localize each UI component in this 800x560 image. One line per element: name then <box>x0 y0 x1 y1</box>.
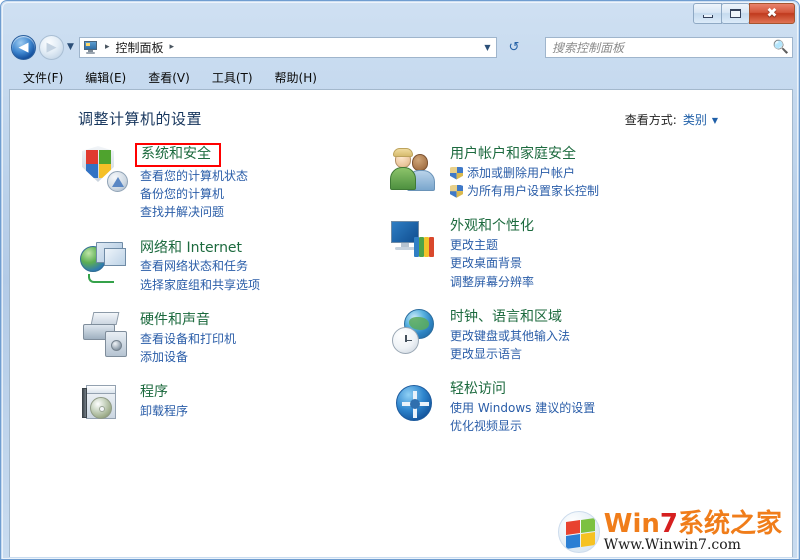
category-user-accounts-and-family-safety[interactable]: 用户帐户和家庭安全 添加或删除用户帐户 为所有用户设置家长控制 <box>390 142 700 200</box>
link-homegroup-sharing[interactable]: 选择家庭组和共享选项 <box>140 276 260 294</box>
link-adjust-screen-resolution[interactable]: 调整屏幕分辨率 <box>450 273 534 291</box>
breadcrumb-separator-icon: ▸ <box>105 42 110 52</box>
link-change-keyboard-input[interactable]: 更改键盘或其他输入法 <box>450 327 570 345</box>
link-uninstall-program[interactable]: 卸载程序 <box>140 402 188 420</box>
category-grid: 系统和安全 查看您的计算机状态 备份您的计算机 查找并解决问题 网络和 Inte… <box>10 142 792 450</box>
link-view-network-status[interactable]: 查看网络状态和任务 <box>140 257 260 275</box>
security-shield-icon <box>80 144 128 192</box>
uac-shield-icon-2 <box>450 184 463 198</box>
back-button[interactable]: ◀ <box>11 35 36 60</box>
category-title-hardware-and-sound[interactable]: 硬件和声音 <box>140 311 210 330</box>
link-use-windows-suggested-settings[interactable]: 使用 Windows 建议的设置 <box>450 399 595 417</box>
close-icon: ✖ <box>766 6 778 21</box>
network-globe-icon <box>80 238 128 286</box>
category-programs[interactable]: 程序 卸载程序 <box>80 380 390 430</box>
menu-bar: 文件(F) 编辑(E) 查看(V) 工具(T) 帮助(H) <box>1 67 799 89</box>
link-add-remove-user-accounts[interactable]: 添加或删除用户帐户 <box>450 164 599 182</box>
category-title-clock-language-region[interactable]: 时钟、语言和区域 <box>450 308 562 327</box>
link-add-device[interactable]: 添加设备 <box>140 348 236 366</box>
forward-button[interactable]: ▶ <box>39 35 64 60</box>
appearance-display-icon <box>390 216 438 264</box>
address-bar[interactable]: ▸ 控制面板 ▸ ▼ <box>79 37 497 58</box>
category-ease-of-access[interactable]: 轻松访问 使用 Windows 建议的设置 优化视频显示 <box>390 377 700 435</box>
watermark-brand-seven: 7 <box>659 508 678 539</box>
ease-of-access-icon <box>390 379 438 427</box>
watermark: Win7系统之家 Www.Winwin7.com <box>557 510 782 553</box>
menu-item-file[interactable]: 文件(F) <box>23 72 63 84</box>
link-change-desktop-background[interactable]: 更改桌面背景 <box>450 254 534 272</box>
category-title-appearance[interactable]: 外观和个性化 <box>450 217 534 236</box>
search-box[interactable]: 🔍 <box>545 37 793 58</box>
category-appearance-and-personalization[interactable]: 外观和个性化 更改主题 更改桌面背景 调整屏幕分辨率 <box>390 214 700 291</box>
uac-shield-icon <box>450 166 463 180</box>
link-backup-computer[interactable]: 备份您的计算机 <box>140 185 248 203</box>
forward-arrow-icon: ▶ <box>46 40 57 55</box>
menu-item-tools[interactable]: 工具(T) <box>212 72 253 84</box>
category-column-right: 用户帐户和家庭安全 添加或删除用户帐户 为所有用户设置家长控制 外观和个性化 更… <box>390 142 700 450</box>
link-change-theme[interactable]: 更改主题 <box>450 236 534 254</box>
window-controls: ✖ <box>693 3 795 24</box>
minimize-icon <box>702 14 713 18</box>
windows-logo-icon <box>557 510 600 553</box>
title-bar: ✖ <box>1 1 799 31</box>
page-title: 调整计算机的设置 <box>78 110 203 128</box>
clock-language-icon <box>390 307 438 355</box>
category-title-ease-of-access[interactable]: 轻松访问 <box>450 380 506 399</box>
menu-item-edit[interactable]: 编辑(E) <box>85 72 126 84</box>
category-column-left: 系统和安全 查看您的计算机状态 备份您的计算机 查找并解决问题 网络和 Inte… <box>80 142 390 450</box>
search-icon[interactable]: 🔍 <box>770 40 792 55</box>
category-title-user-accounts[interactable]: 用户帐户和家庭安全 <box>450 145 576 164</box>
link-change-display-language[interactable]: 更改显示语言 <box>450 345 570 363</box>
watermark-brand-cn: 系统之家 <box>677 508 782 539</box>
breadcrumb-separator-icon-2[interactable]: ▸ <box>170 43 175 52</box>
watermark-brand: Win7系统之家 <box>604 511 782 537</box>
address-toolbar: ◀ ▶ ▼ ▸ 控制面板 ▸ ▼ ↺ 🔍 <box>1 31 799 65</box>
refresh-button[interactable]: ↺ <box>503 37 525 58</box>
watermark-url: Www.Winwin7.com <box>603 536 741 553</box>
category-title-system-and-security[interactable]: 系统和安全 <box>135 143 221 167</box>
maximize-button[interactable] <box>721 3 750 24</box>
printer-speaker-icon <box>80 310 128 358</box>
address-dropdown-icon[interactable]: ▼ <box>479 38 496 57</box>
user-accounts-icon <box>390 144 438 192</box>
breadcrumb-item-control-panel[interactable]: 控制面板 <box>116 39 164 56</box>
minimize-button[interactable] <box>693 3 722 24</box>
maximize-icon <box>730 9 741 18</box>
category-title-network-and-internet[interactable]: 网络和 Internet <box>140 239 242 258</box>
view-by-value[interactable]: 类别 <box>683 111 707 128</box>
recent-pages-dropdown[interactable]: ▼ <box>65 43 76 52</box>
category-clock-language-region[interactable]: 时钟、语言和区域 更改键盘或其他输入法 更改显示语言 <box>390 305 700 363</box>
close-button[interactable]: ✖ <box>749 3 795 24</box>
category-system-and-security[interactable]: 系统和安全 查看您的计算机状态 备份您的计算机 查找并解决问题 <box>80 142 390 222</box>
view-by-label: 查看方式: <box>624 113 677 127</box>
back-arrow-icon: ◀ <box>18 40 29 55</box>
chevron-down-icon[interactable]: ▼ <box>712 116 718 125</box>
category-title-programs[interactable]: 程序 <box>140 383 168 402</box>
view-by-control: 查看方式: 类别 ▼ <box>625 111 718 128</box>
category-network-and-internet[interactable]: 网络和 Internet 查看网络状态和任务 选择家庭组和共享选项 <box>80 236 390 294</box>
link-check-computer-status[interactable]: 查看您的计算机状态 <box>140 167 248 185</box>
menu-item-help[interactable]: 帮助(H) <box>275 72 317 84</box>
watermark-brand-win: Win <box>603 508 660 539</box>
link-view-devices-and-printers[interactable]: 查看设备和打印机 <box>140 330 236 348</box>
programs-box-icon <box>80 382 128 430</box>
warning-badge-icon <box>107 171 128 192</box>
control-panel-window: ✖ ◀ ▶ ▼ ▸ 控制面板 ▸ ▼ ↺ 🔍 <box>0 0 800 560</box>
link-find-and-fix-problems[interactable]: 查找并解决问题 <box>140 203 248 221</box>
link-optimize-visual-display[interactable]: 优化视频显示 <box>450 417 595 435</box>
control-panel-icon <box>83 40 99 55</box>
search-input[interactable] <box>546 39 770 56</box>
content-pane: 调整计算机的设置 查看方式: 类别 ▼ 系统和安全 查看您的计算机状态 备份您的… <box>9 89 793 557</box>
category-hardware-and-sound[interactable]: 硬件和声音 查看设备和打印机 添加设备 <box>80 308 390 366</box>
link-parental-controls[interactable]: 为所有用户设置家长控制 <box>450 182 599 200</box>
menu-item-view[interactable]: 查看(V) <box>148 72 190 84</box>
